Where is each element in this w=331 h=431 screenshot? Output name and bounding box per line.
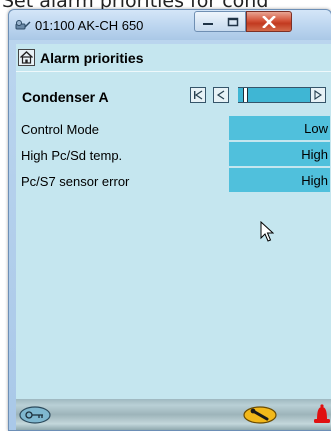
section-title: Condenser A (22, 89, 109, 105)
login-button[interactable] (19, 406, 51, 424)
login-key-icon (19, 406, 51, 424)
close-button[interactable] (246, 11, 292, 32)
alarm-bell-icon (314, 404, 330, 423)
mouse-pointer-icon (260, 221, 274, 242)
row-label-control-mode: Control Mode (21, 122, 100, 137)
minimize-icon (203, 22, 213, 25)
next-page-button[interactable] (310, 87, 326, 103)
first-page-icon (194, 90, 203, 100)
home-icon (20, 51, 33, 64)
close-icon (262, 15, 276, 28)
alarm-indicator[interactable] (313, 402, 331, 426)
service-button[interactable] (243, 406, 277, 424)
header-divider (16, 71, 331, 72)
previous-page-icon (216, 90, 225, 100)
app-icon (15, 20, 31, 30)
row-label-pc-s7-sensor-error: Pc/S7 sensor error (21, 174, 130, 189)
maximize-button[interactable] (220, 11, 246, 32)
control-mode-value[interactable]: Low (229, 116, 330, 141)
title-bar[interactable]: 01:100 AK-CH 650 (9, 10, 331, 40)
app-window: 01:100 AK-CH 650 Alarm priorities Conden… (8, 9, 331, 431)
next-page-icon (314, 89, 322, 101)
high-pc-sd-temp-value[interactable]: High (229, 142, 330, 167)
client-area: Alarm priorities Condenser A Control Mod… (16, 44, 331, 430)
pc-s7-sensor-error-value[interactable]: High (229, 168, 330, 193)
page-scroll-thumb[interactable] (243, 88, 248, 102)
row-label-high-pc-sd-temp: High Pc/Sd temp. (21, 148, 123, 163)
service-wrench-icon (243, 406, 277, 424)
first-page-button[interactable] (190, 87, 206, 103)
page-title: Alarm priorities (40, 50, 144, 66)
home-button[interactable] (18, 49, 35, 66)
page-scroll-track[interactable] (238, 87, 310, 103)
previous-page-button[interactable] (213, 87, 229, 103)
minimize-button[interactable] (194, 11, 222, 32)
status-bar (16, 399, 331, 430)
maximize-icon (227, 17, 238, 26)
window-title: 01:100 AK-CH 650 (35, 18, 144, 33)
